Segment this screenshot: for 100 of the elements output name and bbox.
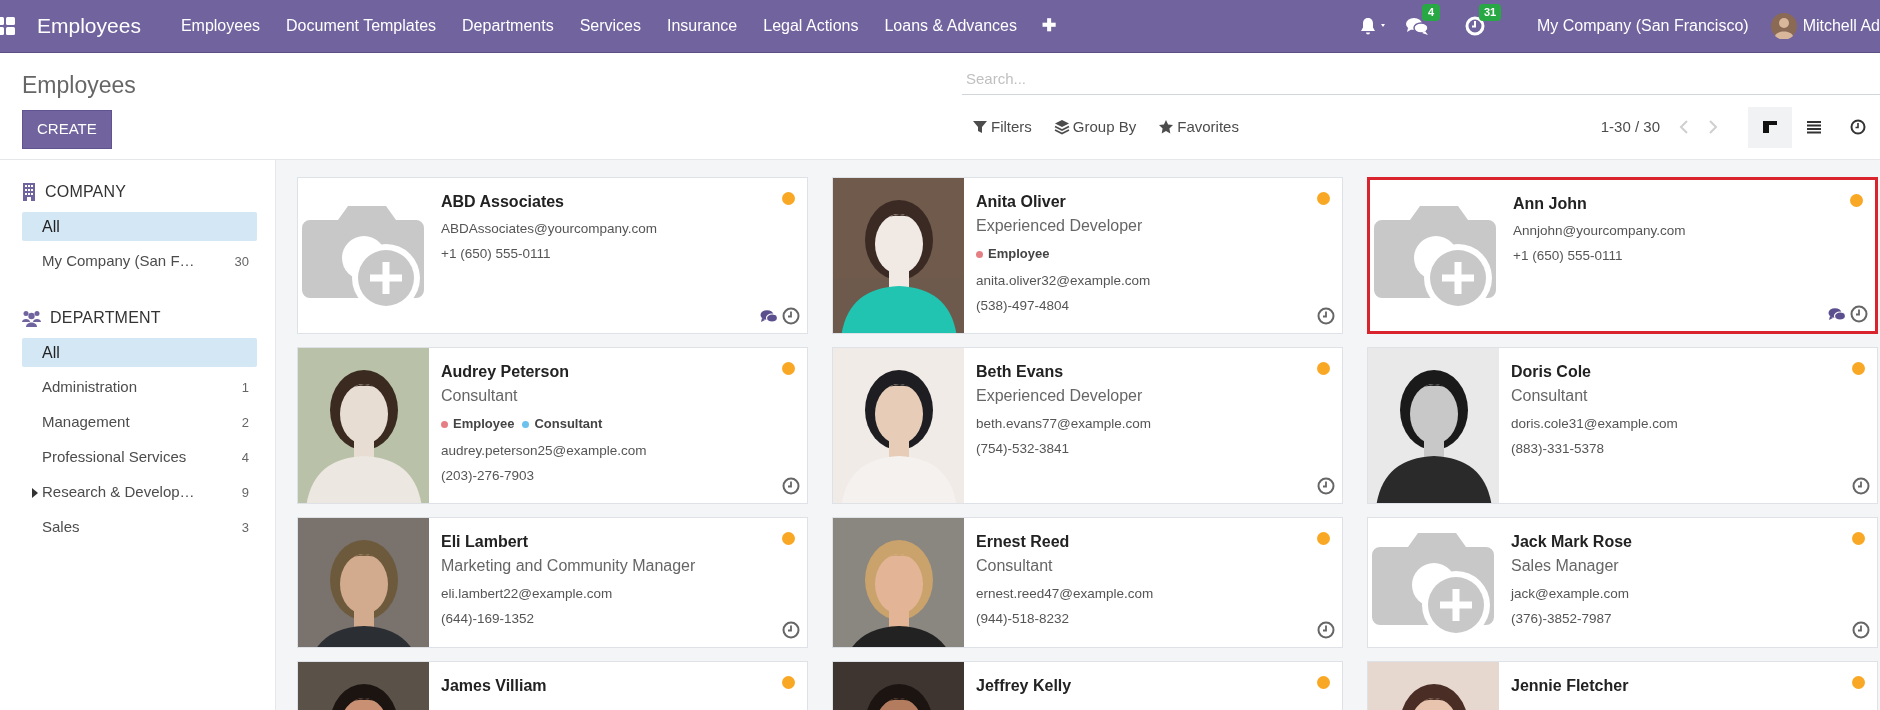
activity-count-badge: 31 [1479,4,1502,21]
email-text: ernest.reed47@example.com [976,585,1155,603]
apps-menu-icon[interactable] [0,17,16,35]
employee-name: Ann John [1513,194,1588,214]
filter-section-title: DEPARTMENT [50,308,161,328]
job-title: Experienced Developer [976,386,1144,406]
star-icon [1158,119,1175,135]
employee-card[interactable]: ABD Associates ABDAssociates@yourcompany.com +1 (650) 555-0111 [297,177,808,334]
menu-item[interactable]: Departments [449,14,567,38]
job-title: Sales Manager [1511,556,1620,576]
email-text: Annjohn@yourcompany.com [1513,222,1687,240]
create-button[interactable]: CREATE [22,110,112,149]
email-text: anita.oliver32@example.com [976,272,1152,290]
phone-text: (644)-169-1352 [441,610,536,628]
employee-card[interactable]: Eli Lambert Marketing and Community Manager eli.lambert22@example.com (644)-169-1352 [297,517,808,648]
clock-icon[interactable] [1317,307,1335,325]
clock-icon[interactable] [782,307,800,325]
tag-label: Employee [988,245,1050,264]
chat-icon[interactable] [760,309,778,323]
list-view-icon [1806,119,1822,135]
menu-item[interactable]: Legal Actions [750,14,872,38]
phone-text: (944)-518-8232 [976,610,1071,628]
avatar-icon[interactable] [1770,13,1797,39]
phone-text: +1 (650) 555-0111 [1513,247,1624,265]
menu-item[interactable]: Document Templates [273,14,450,38]
employee-name: Jack Mark Rose [1511,532,1633,552]
phone-text: +1 (650) 555-0111 [441,245,552,263]
phone-text: (883)-331-5378 [1511,440,1606,458]
email-text: beth.evans77@example.com [976,415,1153,433]
employee-card[interactable]: Jeffrey Kelly [832,661,1343,710]
clock-icon[interactable] [782,477,800,495]
employee-card[interactable]: Ernest Reed Consultant ernest.reed47@example.com (944)-518-8232 [832,517,1343,648]
clock-icon[interactable] [1317,621,1335,639]
filter-list-item[interactable]: My Company (San F… 30 [22,247,257,276]
menu-item[interactable]: Services [566,14,654,38]
app-name[interactable]: Employees [37,10,141,42]
filter-list-item[interactable]: Research & Develop… 9 [22,478,257,507]
menu-item[interactable]: Employees [167,14,274,38]
phone-text: (376)-3852-7987 [1511,610,1613,628]
employee-name: Beth Evans [976,362,1065,382]
employee-name: Jeffrey Kelly [976,676,1073,696]
employee-card[interactable]: Doris Cole Consultant doris.cole31@example.com (883)-331-5378 [1367,347,1878,504]
job-title: Consultant [976,556,1054,576]
filter-menu-button[interactable]: Group By [1053,115,1137,139]
caret-icon[interactable] [32,488,38,498]
filter-list-item[interactable]: Professional Services 4 [22,443,257,472]
employee-name: James Villiam [441,676,548,696]
user-name[interactable]: Mitchell Ad [1802,14,1880,38]
employee-card[interactable]: James Villiam [297,661,808,710]
pager-value[interactable]: 1-30 / 30 [1600,115,1660,139]
email-text: ABDAssociates@yourcompany.com [441,220,659,238]
employee-name: Ernest Reed [976,532,1071,552]
filter-list-item[interactable]: Sales 3 [22,513,257,542]
filter-menu-button[interactable]: Favorites [1158,115,1239,139]
message-count-badge: 4 [1422,4,1441,21]
clock-icon[interactable] [1852,621,1870,639]
menu-item[interactable]: Insurance [654,14,751,38]
filter-list-item[interactable]: All [22,338,257,367]
phone-text: (203)-276-7903 [441,467,536,485]
job-title: Experienced Developer [976,216,1144,236]
kanban-view-icon [1762,119,1778,135]
employee-card[interactable]: Beth Evans Experienced Developer beth.evans77@example.com (754)-532-3841 [832,347,1343,504]
filter-list-item[interactable]: Management 2 [22,408,257,437]
chat-icon[interactable] [1405,16,1429,36]
email-text: audrey.peterson25@example.com [441,442,648,460]
job-title: Consultant [441,386,519,406]
phone-text: (538)-497-4804 [976,297,1071,315]
employee-card[interactable]: Jennie Fletcher [1367,661,1878,710]
chat-icon[interactable] [1828,307,1846,321]
layers-icon [1053,119,1070,135]
clock-view-icon [1850,119,1866,135]
add-menu-button[interactable]: ✚ [1042,13,1056,39]
job-title: Consultant [1511,386,1589,406]
filter-list-item[interactable]: Administration 1 [22,373,257,402]
company-switcher[interactable]: My Company (San Francisco) [1537,14,1749,38]
filter-section-title: COMPANY [45,182,127,202]
clock-icon[interactable] [1850,305,1868,323]
tag-label: Consultant [534,415,603,434]
employee-card[interactable]: Anita Oliver Experienced Developer Employee anita.oliver32@example.com (538)-497-4804 [832,177,1343,334]
menu-item[interactable]: Loans & Advances [871,14,1030,38]
email-text: doris.cole31@example.com [1511,415,1679,433]
employee-name: Eli Lambert [441,532,530,552]
filter-menu-button[interactable]: Filters [972,115,1032,139]
people-icon [22,309,41,327]
employee-name: Doris Cole [1511,362,1592,382]
employee-card[interactable]: Ann John Annjohn@yourcompany.com +1 (650) 555-0111 [1367,177,1878,334]
clock-icon[interactable] [1852,477,1870,495]
employee-card[interactable]: Jack Mark Rose Sales Manager jack@example.com (376)-3852-7987 [1367,517,1878,648]
job-title: Marketing and Community Manager [441,556,697,576]
filter-list-item[interactable]: All [22,212,257,241]
building-icon [22,183,36,201]
phone-text: (754)-532-3841 [976,440,1071,458]
clock-icon[interactable] [1317,477,1335,495]
employee-card[interactable]: Audrey Peterson Consultant Employee Consultant audrey.peterson25@example.com (203)-276-7903 [297,347,808,504]
page-title: Employees [22,71,136,100]
view-switch-button[interactable] [1748,106,1792,148]
clock-icon[interactable] [782,621,800,639]
employee-name: ABD Associates [441,192,565,212]
email-text: jack@example.com [1511,585,1630,603]
search-field[interactable]: Search... [962,62,1880,95]
